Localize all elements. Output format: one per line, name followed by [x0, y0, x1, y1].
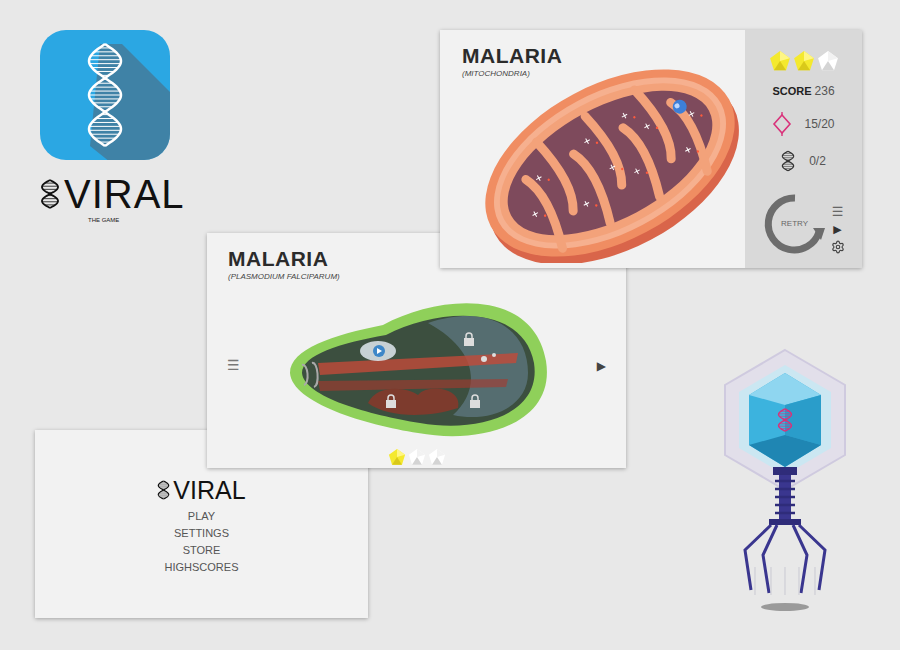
play-level-icon[interactable] — [373, 345, 385, 357]
cell-collectible-icon — [772, 112, 792, 136]
next-button[interactable]: ▶ — [597, 357, 606, 375]
score-row: SCORE236 — [772, 82, 834, 100]
filled-star-icon — [793, 50, 815, 72]
score-label: SCORE — [772, 83, 811, 100]
menu-logo-title: VIRAL — [173, 476, 245, 504]
level-title: MALARIA — [462, 44, 723, 68]
logo-tagline: THE GAME — [88, 216, 185, 224]
menu-button[interactable]: ☰ — [832, 204, 844, 220]
menu-logo: VIRAL — [157, 476, 245, 504]
menu-item[interactable]: SETTINGS — [174, 525, 229, 542]
mitochondria-illustration[interactable] — [460, 48, 740, 263]
menu-logo-dna-icon — [157, 480, 170, 500]
level-subtitle: (MITOCHONDRIA) — [462, 68, 723, 80]
collected-row: 15/20 — [772, 112, 834, 136]
lock-icon — [470, 395, 480, 408]
star-rating — [388, 448, 446, 466]
collected-count: 15/20 — [804, 115, 834, 133]
showcase-canvas: VIRALTHE GAMEVIRALPLAYSETTINGSSTOREHIGHS… — [0, 0, 900, 650]
retry-label: RETRY — [781, 218, 808, 230]
logo-title: VIRAL — [64, 172, 185, 216]
empty-star-icon — [428, 448, 446, 466]
menu-button[interactable]: ☰ — [227, 355, 240, 376]
lock-icon — [386, 395, 396, 408]
lock-icon — [464, 333, 474, 346]
star-rating — [769, 50, 839, 72]
menu-item[interactable]: HIGHSCORES — [165, 559, 239, 576]
bacteriophage-mascot-icon — [715, 345, 855, 615]
level-subtitle: (PLASMODIUM FALCIPARUM) — [228, 271, 605, 283]
retry-button[interactable]: RETRY — [763, 192, 827, 256]
dna-count-icon — [781, 150, 795, 172]
app-icon[interactable] — [40, 30, 170, 160]
level-select-screen: MALARIA(PLASMODIUM FALCIPARUM)☰▶ — [207, 233, 626, 468]
score-value: 236 — [815, 82, 835, 100]
game-logo: VIRALTHE GAME — [40, 172, 185, 224]
dna-count: 0/2 — [809, 152, 826, 170]
empty-star-icon — [408, 448, 426, 466]
empty-star-icon — [817, 50, 839, 72]
level-result-screen: MALARIA(MITOCHONDRIA) SCORE236 15/20 0/2 RET… — [440, 30, 862, 268]
result-side-panel: SCORE236 15/20 0/2 RETRY ☰ ▶ — [745, 30, 862, 268]
plasmodium-illustration[interactable] — [278, 283, 558, 448]
menu-item[interactable]: PLAY — [188, 508, 215, 525]
filled-star-icon — [769, 50, 791, 72]
filled-star-icon — [388, 448, 406, 466]
result-level-view: MALARIA(MITOCHONDRIA) — [440, 30, 745, 268]
settings-gear-icon[interactable] — [831, 240, 845, 254]
menu-item[interactable]: STORE — [183, 542, 221, 559]
dna-row: 0/2 — [781, 150, 826, 172]
next-button[interactable]: ▶ — [833, 222, 841, 238]
logo-dna-icon — [40, 179, 60, 209]
